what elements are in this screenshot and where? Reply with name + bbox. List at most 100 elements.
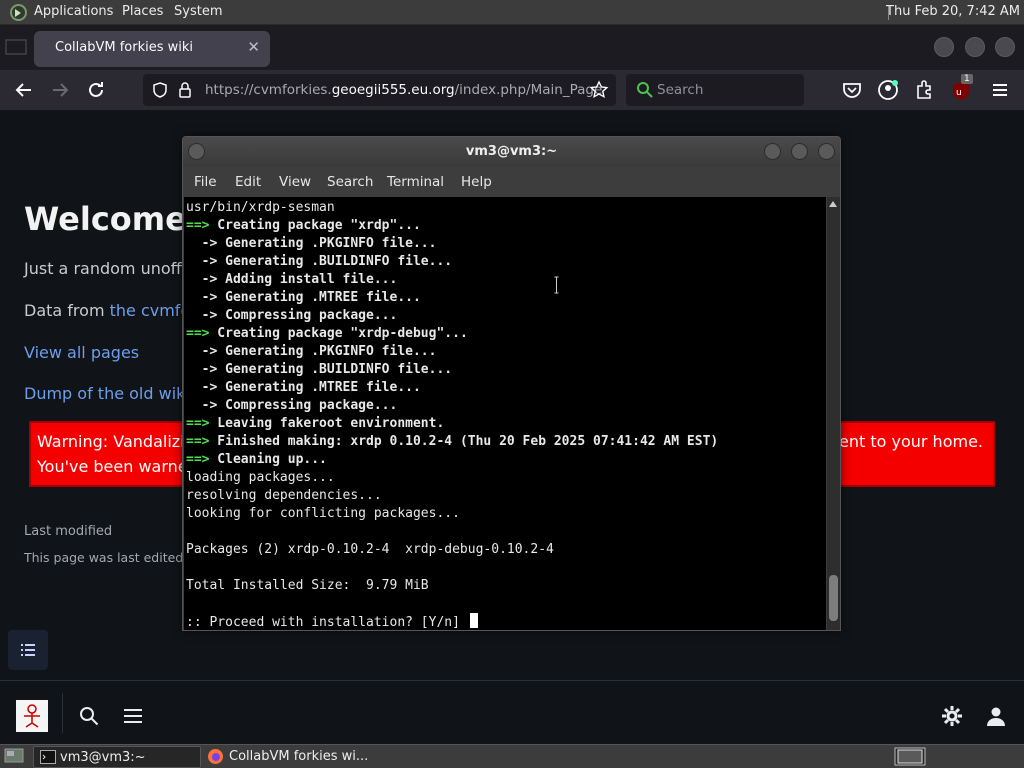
terminal-line-arrow: ==>	[186, 434, 210, 449]
terminal-line: ==> Leaving fakeroot environment.	[186, 415, 826, 433]
menu-search[interactable]: Search	[327, 174, 373, 190]
tab-close-icon[interactable]: ✕	[247, 38, 260, 56]
terminal-icon	[40, 750, 56, 764]
menu-help[interactable]: Help	[461, 174, 492, 190]
places-menu[interactable]: Places	[122, 4, 163, 19]
terminal-close-button[interactable]	[818, 143, 835, 160]
terminal-titlebar[interactable]: vm3@vm3:~	[183, 137, 840, 167]
terminal-line-arrow: ==>	[186, 218, 210, 233]
terminal-line-text: Cleaning up...	[209, 452, 327, 467]
terminal-scrollbar[interactable]	[827, 197, 840, 630]
table-of-contents-button[interactable]	[8, 630, 48, 670]
intro-text: Just a random unoffici	[24, 259, 200, 278]
terminal-line-text: Finished making: xrdp 0.10.2-4 (Thu 20 F…	[209, 434, 719, 449]
search-input[interactable]: Search	[626, 74, 804, 106]
menu-file[interactable]: File	[194, 174, 217, 190]
last-modified-heading: Last modified	[24, 524, 113, 539]
terminal-line: -> Compressing package...	[186, 397, 826, 415]
terminal-line-arrow: ==>	[186, 452, 210, 467]
navigation-toolbar: https://cvmforkies.geoegii555.eu.org/ind…	[0, 70, 1024, 110]
bottom-bar-divider	[62, 693, 63, 733]
url-bar[interactable]: https://cvmforkies.geoegii555.eu.org/ind…	[143, 74, 616, 106]
terminal-line: ==> Finished making: xrdp 0.10.2-4 (Thu …	[186, 433, 826, 451]
terminal-window[interactable]: vm3@vm3:~ File Edit View Search Terminal…	[182, 136, 841, 631]
distro-logo-icon[interactable]	[10, 4, 27, 21]
tab-collabvm-wiki[interactable]: CollabVM forkies wiki ✕	[34, 31, 270, 67]
terminal-line: -> Generating .BUILDINFO file...	[186, 361, 826, 379]
search-engine-icon	[637, 82, 653, 98]
terminal-line-text: resolving dependencies...	[186, 488, 382, 503]
top-panel: Applications Places System Thu Feb 20, 7…	[0, 0, 1024, 25]
terminal-maximize-button[interactable]	[791, 143, 808, 160]
taskbar-firefox-window[interactable]: CollabVM forkies wi...	[203, 746, 371, 768]
tab-list-icon[interactable]	[4, 36, 30, 58]
bookmark-star-icon[interactable]	[589, 80, 609, 100]
forward-arrow-icon[interactable]	[48, 78, 72, 102]
terminal-line-text: Packages (2) xrdp-0.10.2-4 xrdp-debug-0.…	[186, 542, 554, 557]
terminal-minimize-button[interactable]	[764, 143, 781, 160]
terminal-line: -> Generating .PKGINFO file...	[186, 343, 826, 361]
menu-view[interactable]: View	[279, 174, 311, 190]
scroll-up-arrow-icon[interactable]	[829, 201, 837, 207]
terminal-line-text: Total Installed Size: 9.79 MiB	[186, 578, 429, 593]
lock-icon[interactable]	[177, 81, 193, 99]
hamburger-menu-icon[interactable]	[988, 78, 1012, 102]
wiki-logo[interactable]	[16, 700, 48, 732]
menu-edit[interactable]: Edit	[235, 174, 261, 190]
last-modified-text: This page was last edited o	[24, 550, 195, 565]
back-arrow-icon[interactable]	[12, 78, 36, 102]
taskbar-terminal-window[interactable]: vm3@vm3:~	[33, 746, 201, 768]
terminal-line-text: -> Generating .PKGINFO file...	[186, 344, 437, 359]
terminal-line-arrow: ==>	[186, 326, 210, 341]
applications-menu[interactable]: Applications	[34, 4, 113, 19]
url-text: https://cvmforkies.geoegii555.eu.org/ind…	[205, 82, 603, 98]
scrollbar-thumb[interactable]	[829, 575, 838, 621]
terminal-line: ==> Creating package "xrdp"...	[186, 217, 826, 235]
minimize-window-button[interactable]	[934, 37, 954, 57]
user-icon[interactable]	[984, 704, 1008, 728]
tab-title: CollabVM forkies wiki	[55, 40, 194, 55]
data-from-label: Data from	[24, 301, 110, 320]
terminal-output[interactable]: usr/bin/xrdp-sesman ==> Creating package …	[184, 197, 826, 630]
maximize-window-button[interactable]	[965, 37, 985, 57]
ublock-origin-icon[interactable]: u 1	[950, 74, 974, 102]
workspace-switcher-icon[interactable]	[894, 747, 926, 766]
terminal-menubar: File Edit View Search Terminal Help	[183, 167, 840, 197]
settings-gear-icon[interactable]	[940, 704, 964, 728]
menu-terminal[interactable]: Terminal	[387, 174, 444, 190]
terminal-line: :: Proceed with installation? [Y/n]	[186, 613, 826, 630]
terminal-line-text: -> Generating .MTREE file...	[186, 380, 421, 395]
reload-icon[interactable]	[84, 78, 108, 102]
terminal-line-text: loading packages...	[186, 470, 335, 485]
terminal-line-text: -> Generating .PKGINFO file...	[186, 236, 437, 251]
terminal-line-arrow: ==>	[186, 416, 210, 431]
main-menu-icon[interactable]	[122, 705, 144, 727]
terminal-line-text: -> Adding install file...	[186, 272, 398, 287]
terminal-line-text: :: Proceed with installation? [Y/n]	[186, 615, 468, 630]
terminal-line-text: usr/bin/xrdp-sesman	[186, 200, 335, 215]
account-icon[interactable]	[876, 78, 900, 102]
wiki-logo-icon	[24, 704, 40, 728]
terminal-line: -> Generating .PKGINFO file...	[186, 235, 826, 253]
clock[interactable]: Thu Feb 20, 7:42 AM	[886, 4, 1020, 19]
taskbar-terminal-label: vm3@vm3:~	[60, 750, 146, 765]
view-all-pages-link[interactable]: View all pages	[24, 343, 139, 362]
terminal-line-text: -> Compressing package...	[186, 308, 398, 323]
pocket-icon[interactable]	[840, 78, 864, 102]
terminal-line-text: -> Generating .MTREE file...	[186, 290, 421, 305]
tracking-protection-shield-icon[interactable]	[151, 81, 169, 99]
terminal-line-text: Leaving fakeroot environment.	[209, 416, 445, 431]
close-window-button[interactable]	[995, 37, 1015, 57]
search-icon[interactable]	[78, 705, 100, 727]
terminal-line-text: -> Generating .BUILDINFO file...	[186, 254, 453, 269]
extensions-icon[interactable]	[912, 78, 936, 102]
system-menu[interactable]: System	[174, 4, 222, 19]
terminal-line: looking for conflicting packages...	[186, 505, 826, 523]
bottom-taskbar: vm3@vm3:~ CollabVM forkies wi...	[0, 744, 1024, 768]
dump-old-wiki-link[interactable]: Dump of the old wiki	[24, 384, 190, 403]
show-desktop-icon[interactable]	[4, 748, 24, 765]
terminal-line-text: Creating package "xrdp-debug"...	[209, 326, 468, 341]
terminal-line-text: Creating package "xrdp"...	[209, 218, 421, 233]
